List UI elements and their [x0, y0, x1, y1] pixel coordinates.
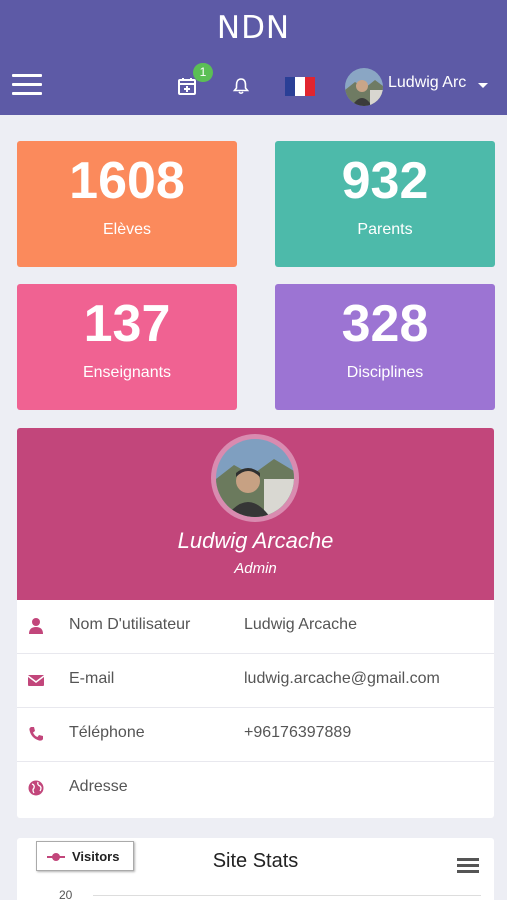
stat-value: 932	[341, 152, 429, 210]
envelope-icon	[27, 675, 45, 686]
site-stats-card: Visitors Site Stats 20	[17, 838, 494, 900]
caret-down-icon[interactable]	[478, 83, 488, 88]
user-menu-name[interactable]: Ludwig Arc	[388, 74, 466, 92]
france-flag-icon[interactable]	[285, 77, 315, 96]
chart-gridline	[93, 895, 481, 896]
user-icon	[29, 618, 43, 634]
profile-row-email: E-mail ludwig.arcache@gmail.com	[17, 654, 494, 708]
app-title: NDN	[216, 10, 291, 46]
phone-icon	[29, 727, 43, 741]
profile-name: Ludwig Arcache	[177, 528, 334, 553]
stat-value: 1608	[69, 152, 185, 210]
profile-role: Admin	[234, 560, 277, 577]
stat-label: Elèves	[102, 221, 152, 238]
calendar-plus-icon[interactable]	[177, 76, 197, 96]
field-label: E-mail	[69, 670, 115, 687]
stat-card-eleves[interactable]: 1608 Elèves	[17, 141, 237, 267]
profile-row-address: Adresse	[17, 762, 494, 816]
field-value[interactable]: ludwig.arcache@gmail.com	[244, 670, 440, 688]
stat-label: Disciplines	[346, 364, 424, 381]
profile-header: Ludwig Arcache Admin	[17, 428, 494, 600]
field-value[interactable]: +96176397889	[244, 724, 351, 742]
field-label: Adresse	[69, 778, 128, 795]
stat-value: 137	[83, 295, 171, 353]
stat-card-disciplines[interactable]: 328 Disciplines	[275, 284, 495, 410]
field-label: Nom D'utilisateur	[69, 616, 191, 633]
top-bar: NDN 1 Ludwig Arc	[0, 0, 507, 115]
profile-row-username: Nom D'utilisateur Ludwig Arcache	[17, 600, 494, 654]
globe-icon	[28, 780, 44, 796]
stat-label: Enseignants	[82, 364, 172, 381]
field-label: Téléphone	[69, 724, 145, 741]
menu-icon[interactable]	[12, 74, 42, 96]
y-tick-label: 20	[59, 888, 73, 900]
stat-card-parents[interactable]: 932 Parents	[275, 141, 495, 267]
bell-icon[interactable]	[232, 77, 250, 95]
profile-row-phone: Téléphone +96176397889	[17, 708, 494, 762]
notification-badge: 1	[193, 63, 213, 82]
profile-card: Ludwig Arcache Admin Nom D'utilisateur L…	[17, 428, 494, 818]
avatar[interactable]	[345, 68, 383, 106]
chart-title: Site Stats	[212, 850, 299, 872]
stat-value: 328	[341, 295, 429, 353]
field-value: Ludwig Arcache	[244, 616, 357, 633]
stat-card-enseignants[interactable]: 137 Enseignants	[17, 284, 237, 410]
profile-avatar	[211, 434, 299, 522]
chart-menu-icon[interactable]	[457, 858, 479, 874]
stat-label: Parents	[357, 221, 413, 238]
